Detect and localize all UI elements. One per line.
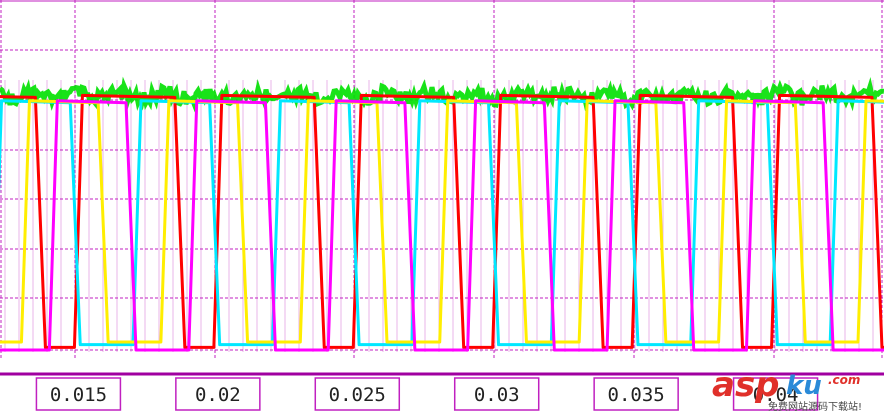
- watermark-logo-text: asp: [712, 365, 780, 405]
- oscilloscope-plot: 0.015 0.02 0.025 0.03 0.035 0.04 asp ku .com …: [0, 0, 884, 413]
- waveform-series: [0, 76, 884, 352]
- x-tick-label: 0.015: [50, 384, 107, 406]
- x-tick-label: 0.02: [195, 384, 241, 406]
- x-tick-label: 0.035: [608, 384, 665, 406]
- x-tick-label: 0.025: [329, 384, 386, 406]
- watermark-logo-suffix: ku: [786, 371, 822, 401]
- x-tick-label: 0.03: [474, 384, 520, 406]
- watermark-logo-dot: .com: [828, 373, 860, 387]
- watermark-tagline: 免费网站源码下载站!: [768, 400, 862, 413]
